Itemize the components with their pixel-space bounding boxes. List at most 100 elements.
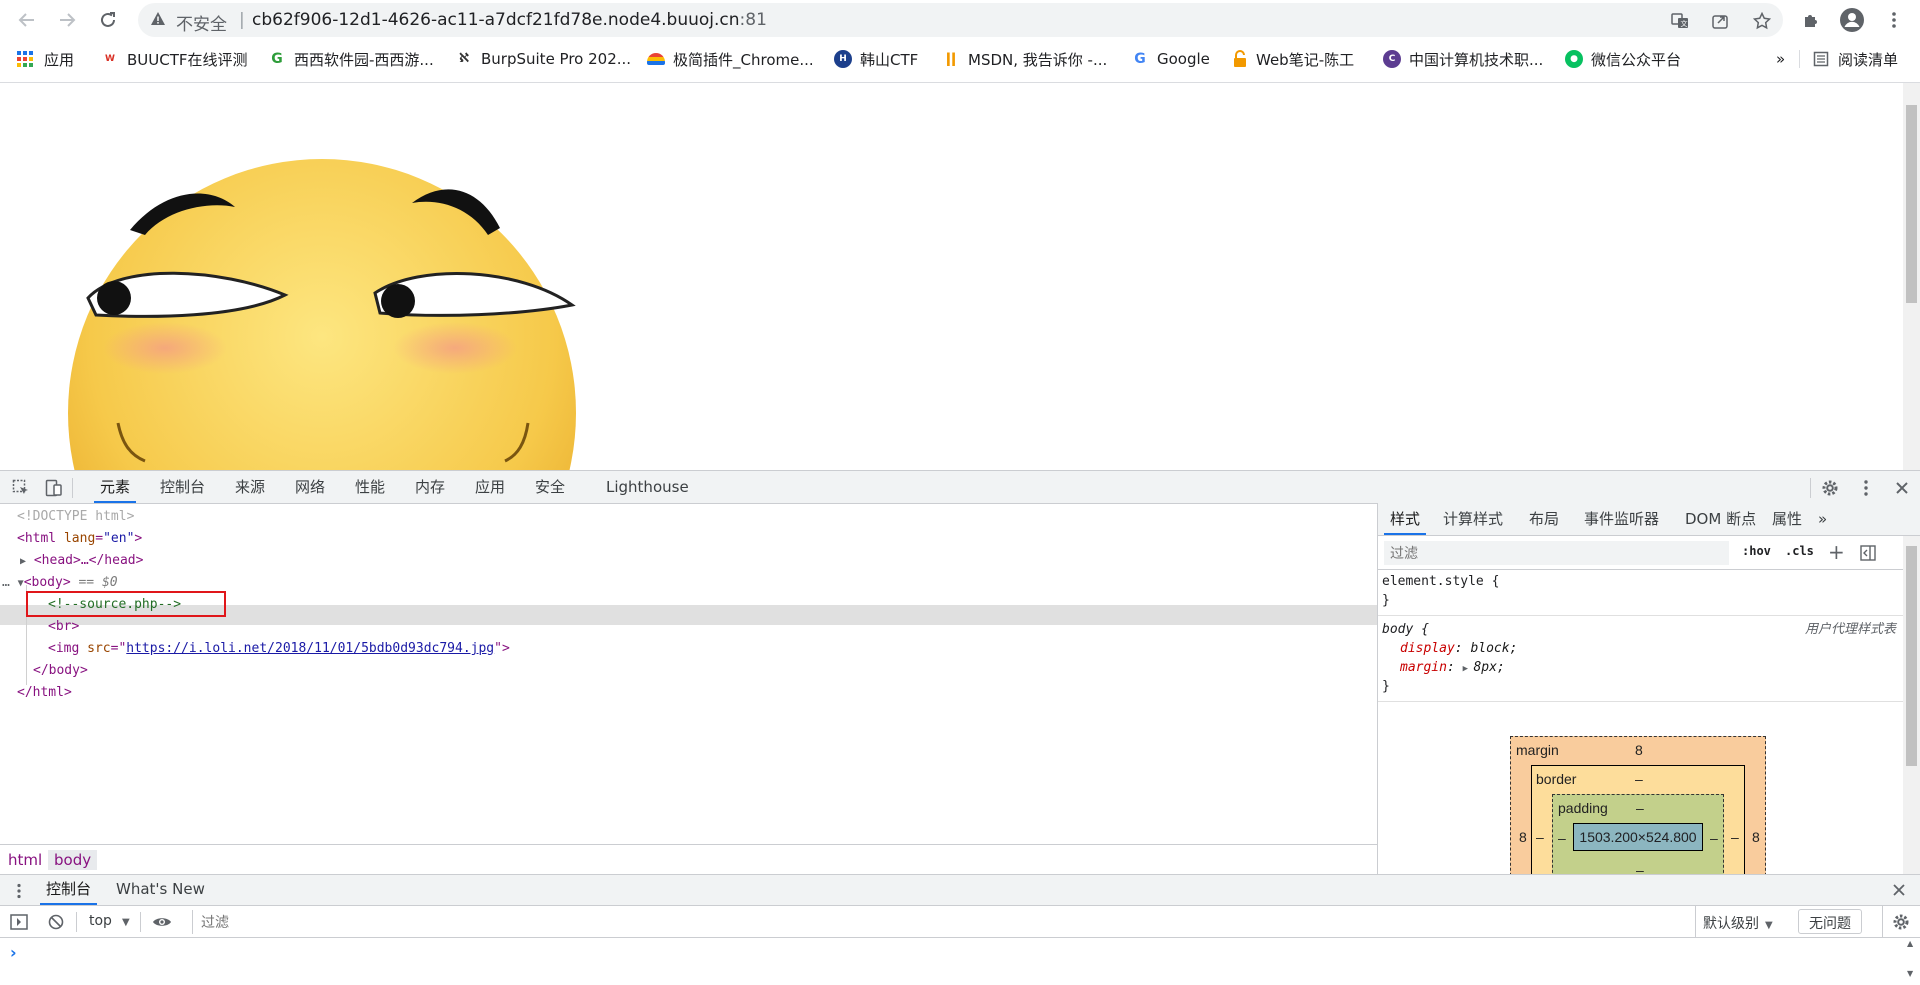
bookmark-burpsuite[interactable]: ℵ BurpSuite Pro 202... — [455, 48, 631, 70]
styles-filter-input[interactable] — [1384, 541, 1729, 565]
tab-security[interactable]: 安全 — [529, 471, 571, 503]
tab-application[interactable]: 应用 — [469, 471, 511, 503]
tab-sources[interactable]: 来源 — [229, 471, 271, 503]
drawer-tab-console[interactable]: 控制台 — [40, 874, 98, 905]
border-left-value[interactable]: – — [1536, 829, 1544, 845]
content-box[interactable]: 1503.200×524.800 — [1573, 823, 1703, 851]
devtools-menu-icon[interactable] — [1855, 477, 1877, 499]
browser-menu-icon[interactable] — [1882, 8, 1906, 32]
console-settings-gear-icon[interactable] — [1892, 913, 1910, 931]
bookmark-star-icon[interactable] — [1751, 10, 1773, 32]
context-selector[interactable]: top ▼ — [89, 913, 130, 929]
expand-triangle-icon[interactable]: ▶ — [20, 556, 26, 567]
breadcrumb-html[interactable]: html — [2, 850, 48, 870]
eye-icon[interactable] — [152, 915, 172, 929]
dom-body-open[interactable]: … ▼<body> == $0 — [2, 573, 118, 593]
console-scrollbar[interactable]: ▲ ▼ — [1903, 939, 1920, 985]
page-scrollbar[interactable] — [1903, 83, 1920, 470]
styles-scrollbar-thumb[interactable] — [1906, 546, 1917, 766]
dom-doctype[interactable]: <!DOCTYPE html> — [17, 507, 134, 527]
settings-gear-icon[interactable] — [1819, 477, 1841, 499]
bookmark-wechat[interactable]: ● 微信公众平台 — [1565, 48, 1681, 70]
close-drawer-icon[interactable] — [1893, 884, 1905, 896]
new-rule-plus-icon[interactable]: + — [1828, 540, 1845, 564]
reload-button[interactable] — [93, 5, 123, 35]
back-button[interactable] — [12, 5, 42, 35]
url-text[interactable]: cb62f906-12d1-4626-ac11-a7dcf21fd78e.nod… — [252, 10, 767, 30]
more-bookmarks-button[interactable]: » — [1776, 48, 1785, 70]
clear-console-icon[interactable] — [48, 914, 64, 930]
padding-right-value[interactable]: – — [1710, 830, 1718, 846]
tab-network[interactable]: 网络 — [289, 471, 331, 503]
issues-button[interactable]: 无问题 — [1798, 909, 1862, 934]
scroll-down-icon[interactable]: ▼ — [1907, 969, 1913, 978]
margin-top-value[interactable]: 8 — [1635, 742, 1643, 758]
tab-console[interactable]: 控制台 — [154, 471, 211, 503]
bookmark-jijian[interactable]: 极简插件_Chrome... — [647, 48, 814, 70]
tab-styles[interactable]: 样式 — [1384, 503, 1427, 535]
dom-br[interactable]: <br> — [48, 617, 79, 637]
emoji-image[interactable] — [0, 83, 700, 470]
insecure-label[interactable]: 不安全 — [176, 10, 227, 35]
close-devtools-icon[interactable] — [1891, 477, 1913, 499]
console-filter-input[interactable] — [192, 910, 1692, 934]
bookmark-buuctf[interactable]: W BUUCTF在线评测 — [101, 48, 247, 70]
tab-properties[interactable]: 属性 — [1766, 503, 1808, 535]
share-icon[interactable] — [1709, 10, 1731, 32]
tab-dom-breakpoints[interactable]: DOM 断点 — [1679, 503, 1762, 535]
extensions-icon[interactable] — [1800, 8, 1824, 32]
border-right-value[interactable]: – — [1731, 829, 1739, 845]
img-src-link[interactable]: https://i.loli.net/2018/11/01/5bdb0d93dc… — [126, 641, 494, 656]
tab-lighthouse[interactable]: Lighthouse — [600, 471, 695, 503]
dom-head[interactable]: ▶ <head>…</head> — [20, 551, 143, 571]
dom-html-close[interactable]: </html> — [17, 683, 72, 703]
styles-scrollbar[interactable] — [1903, 536, 1920, 874]
padding-left-value[interactable]: – — [1558, 830, 1566, 846]
drawer-tab-whats-new[interactable]: What's New — [110, 874, 211, 905]
address-bar[interactable]: 不安全 | cb62f906-12d1-4626-ac11-a7dcf21fd7… — [138, 3, 1783, 37]
console-prompt[interactable]: › — [10, 943, 17, 962]
log-level-selector[interactable]: 默认级别 ▼ — [1703, 913, 1773, 933]
dom-img[interactable]: <img src="https://i.loli.net/2018/11/01/… — [48, 639, 510, 659]
user-agent-stylesheet-label[interactable]: 用户代理样式表 — [1805, 620, 1896, 639]
row-menu-dots[interactable]: … — [2, 575, 10, 590]
dom-html-open[interactable]: <html lang="en"> — [17, 529, 142, 549]
dom-body-close[interactable]: </body> — [33, 661, 88, 681]
sidebar-toggle-icon[interactable] — [10, 914, 28, 930]
toggle-sidebar-icon[interactable] — [1860, 545, 1876, 561]
forward-button[interactable] — [52, 5, 82, 35]
bookmark-msdn[interactable]: ǀǀ MSDN, 我告诉你 -... — [942, 48, 1107, 70]
tab-elements[interactable]: 元素 — [94, 471, 137, 503]
profile-avatar-icon[interactable] — [1840, 8, 1864, 32]
device-toolbar-icon[interactable] — [43, 477, 65, 499]
tab-computed[interactable]: 计算样式 — [1437, 503, 1509, 535]
tab-layout[interactable]: 布局 — [1523, 503, 1565, 535]
bookmark-computer-org[interactable]: C 中国计算机技术职... — [1383, 48, 1543, 70]
expand-shorthand-icon[interactable]: ▶ — [1463, 664, 1474, 674]
border-top-value[interactable]: – — [1635, 771, 1643, 787]
body-rule-selector[interactable]: body { — [1382, 620, 1429, 639]
styles-more-tabs[interactable]: » — [1812, 503, 1833, 535]
hov-toggle[interactable]: :hov — [1742, 544, 1771, 558]
padding-top-value[interactable]: – — [1636, 800, 1644, 816]
bookmark-web-notes[interactable]: Web笔记-陈工 — [1232, 48, 1354, 70]
padding-bottom-value[interactable]: – — [1636, 862, 1644, 874]
rule-margin[interactable]: margin: ▶ 8px; — [1400, 658, 1505, 677]
bookmark-google[interactable]: G Google — [1131, 48, 1210, 70]
margin-left-value[interactable]: 8 — [1519, 829, 1527, 845]
tab-memory[interactable]: 内存 — [409, 471, 451, 503]
reading-list-button[interactable]: 阅读清单 — [1813, 48, 1898, 70]
page-scrollbar-thumb[interactable] — [1906, 105, 1917, 303]
translate-icon[interactable]: 文 — [1669, 10, 1691, 32]
tab-performance[interactable]: 性能 — [349, 471, 391, 503]
breadcrumb-body[interactable]: body — [48, 850, 98, 870]
element-style-selector[interactable]: element.style { — [1382, 572, 1499, 591]
margin-right-value[interactable]: 8 — [1752, 829, 1760, 845]
bookmark-apps[interactable]: 应用 — [16, 48, 74, 70]
scroll-up-icon[interactable]: ▲ — [1907, 939, 1913, 948]
inspect-element-icon[interactable] — [10, 477, 32, 499]
rule-display[interactable]: display: block; — [1400, 639, 1517, 658]
drawer-menu-icon[interactable] — [16, 883, 22, 899]
tab-event-listeners[interactable]: 事件监听器 — [1578, 503, 1665, 535]
bookmark-hanshan[interactable]: H 韩山CTF — [834, 48, 918, 70]
